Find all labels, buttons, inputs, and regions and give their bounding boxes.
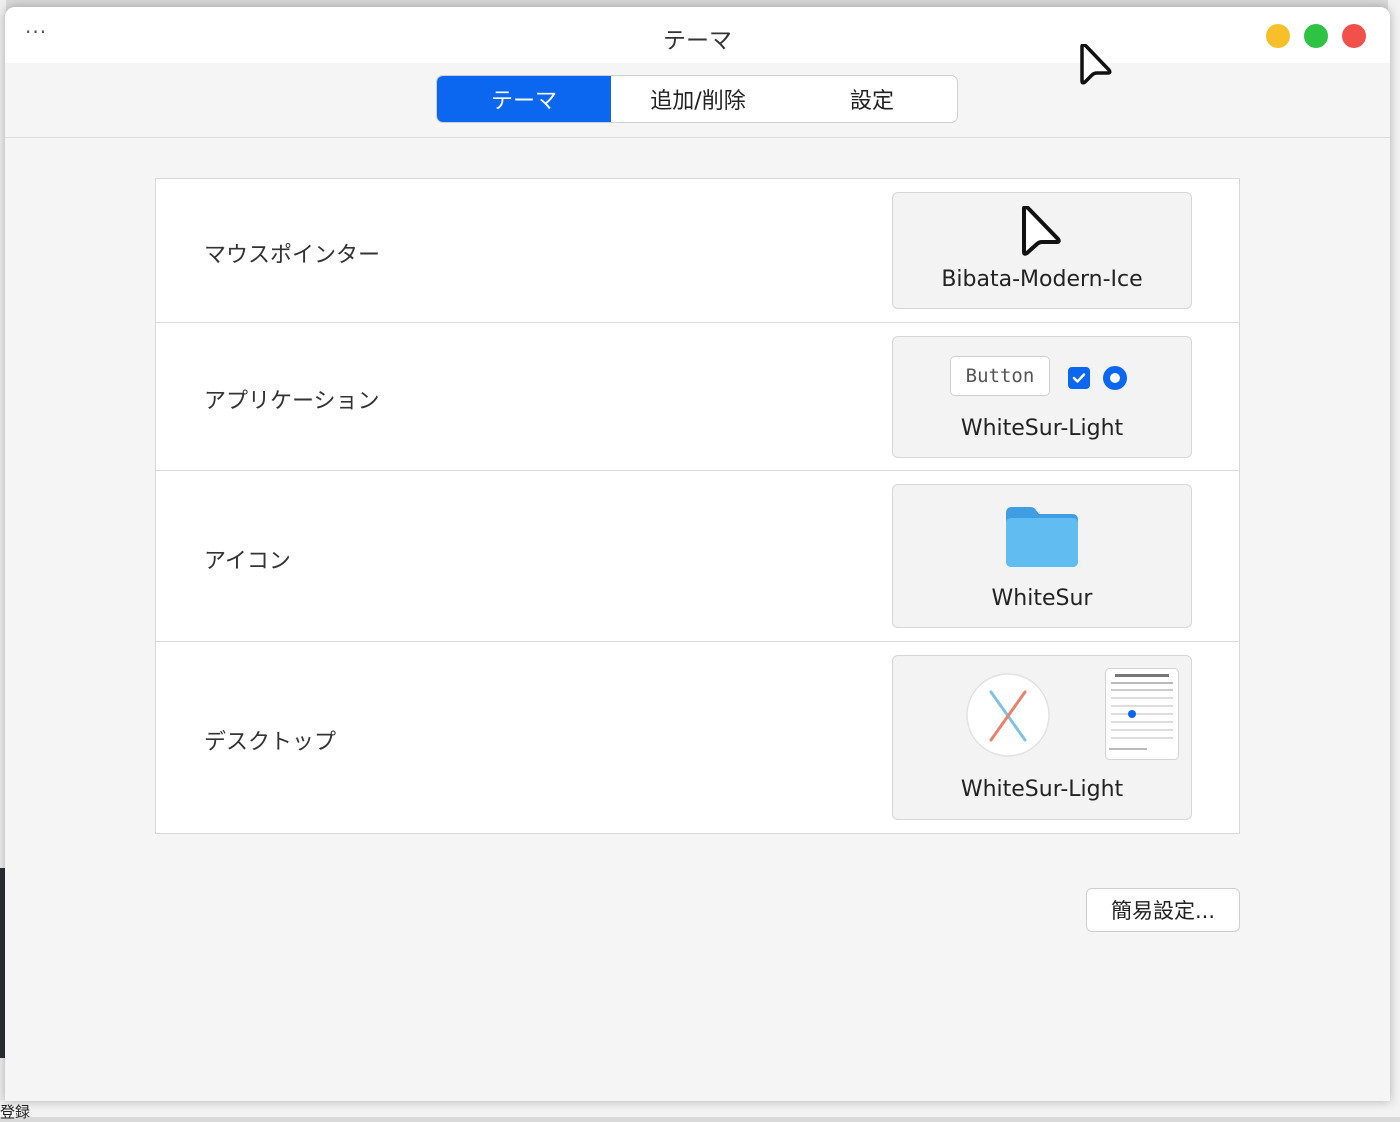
preview-button: Button (950, 356, 1050, 396)
row-application: アプリケーション Button WhiteSur-Light (156, 323, 1239, 471)
calendar-widget-preview-icon (1105, 668, 1179, 760)
close-button[interactable] (1342, 24, 1366, 48)
row-mouse-pointer: マウスポインター Bibata-Modern-Ice (156, 179, 1239, 323)
segmented-tab-control: テーマ 追加/削除 設定 (436, 75, 958, 123)
background-bottom-text: 登録 (0, 1103, 31, 1121)
icon-theme-card[interactable]: WhiteSur (892, 484, 1192, 628)
easy-settings-button[interactable]: 簡易設定... (1086, 888, 1240, 932)
desktop-theme-name: WhiteSur-Light (960, 777, 1124, 802)
theme-settings-window: ··· テーマ テーマ 追加/削除 設定 マウスポインター Bibata-Mod… (5, 7, 1390, 1101)
icon-theme-name: WhiteSur (991, 586, 1093, 611)
desktop-theme-card[interactable]: WhiteSur-Light (892, 655, 1192, 820)
row-icons: アイコン WhiteSur (156, 471, 1239, 642)
macos-x-logo-icon (966, 673, 1050, 757)
row-label-icons: アイコン (204, 549, 291, 574)
preview-radio-icon (1103, 366, 1127, 390)
preview-checkbox-icon (1068, 367, 1090, 389)
background-desktop-bottom (0, 1100, 1400, 1117)
row-label-desktop: デスクトップ (204, 730, 337, 755)
window-title: テーマ (663, 28, 732, 54)
cursor-theme-card[interactable]: Bibata-Modern-Ice (892, 192, 1192, 309)
folder-icon (1006, 507, 1078, 567)
maximize-button[interactable] (1304, 24, 1328, 48)
minimize-button[interactable] (1266, 24, 1290, 48)
application-theme-name: WhiteSur-Light (960, 416, 1124, 441)
row-desktop: デスクトップ WhiteSur-Light (156, 642, 1239, 832)
row-label-application: アプリケーション (204, 389, 380, 414)
cursor-theme-name: Bibata-Modern-Ice (941, 267, 1143, 292)
tab-settings[interactable]: 設定 (785, 76, 957, 122)
row-label-mouse-pointer: マウスポインター (204, 243, 381, 268)
tab-bar: テーマ 追加/削除 設定 (5, 63, 1390, 138)
mouse-pointer-icon (1080, 44, 1112, 85)
theme-list-panel: マウスポインター Bibata-Modern-Ice アプリケーション Butt… (155, 178, 1240, 834)
application-theme-card[interactable]: Button WhiteSur-Light (892, 336, 1192, 458)
title-bar: ··· テーマ (5, 7, 1390, 63)
tab-add-remove[interactable]: 追加/削除 (611, 76, 785, 122)
pointer-cursor-icon (1022, 206, 1061, 256)
tab-theme[interactable]: テーマ (437, 76, 611, 122)
